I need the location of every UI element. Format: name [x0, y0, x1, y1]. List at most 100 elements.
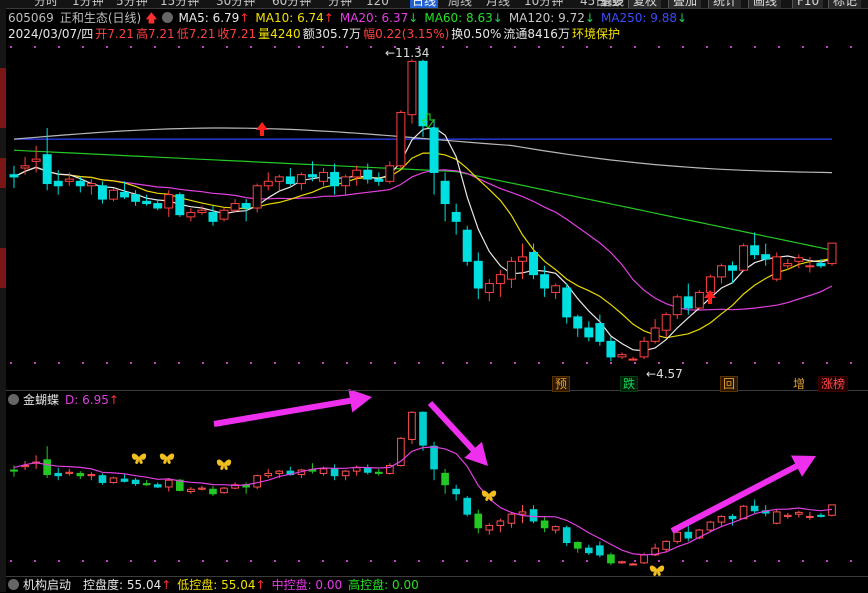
ind-candle: [573, 541, 582, 549]
ind-candle: [584, 547, 593, 554]
dotted-guide: [754, 362, 756, 364]
candle-down: [307, 174, 317, 178]
candle-up: [672, 296, 682, 316]
event-tag-hui[interactable]: 回: [720, 376, 739, 392]
indicator1-value: D: 6.95: [65, 393, 109, 407]
ind-candle: [750, 505, 759, 512]
ind-candle: [806, 515, 814, 518]
candle-up: [385, 165, 395, 182]
ind-candle: [596, 545, 604, 556]
candle-up: [219, 209, 229, 220]
candle-up: [495, 274, 505, 285]
dotted-guide: [298, 560, 300, 562]
candle-down: [529, 251, 539, 276]
candle-up: [805, 265, 815, 268]
ind-candle: [540, 520, 549, 529]
candle-down: [97, 185, 107, 200]
dotted-guide: [802, 560, 804, 562]
candle-down: [683, 296, 693, 309]
dotted-guide: [34, 362, 36, 364]
dotted-guide: [178, 362, 180, 364]
indicator-menu-icon[interactable]: [8, 394, 19, 405]
ind-candle: [65, 471, 74, 474]
candle-up: [739, 245, 749, 271]
ind-candle: [131, 479, 140, 485]
dotted-guide: [586, 560, 588, 562]
ind-candle: [419, 411, 427, 446]
indicator-menu-icon[interactable]: [8, 579, 19, 590]
dotted-guide: [34, 560, 36, 562]
dotted-guide: [730, 362, 732, 364]
dotted-guide: [346, 560, 348, 562]
ind-candle: [507, 513, 516, 524]
dotted-guide: [826, 560, 828, 562]
dotted-guide: [850, 362, 852, 364]
candle-down: [750, 245, 760, 256]
candle-up: [639, 340, 649, 358]
high-price-label: ←11.34: [385, 46, 430, 60]
dotted-guide: [562, 560, 564, 562]
dotted-guide: [778, 362, 780, 364]
dotted-guide: [490, 560, 492, 562]
candle-down: [241, 203, 251, 209]
candle-down: [606, 340, 616, 358]
dotted-guide: [178, 560, 180, 562]
candle-up: [772, 256, 782, 280]
ind-candle: [87, 474, 96, 477]
event-tag-zeng[interactable]: 增: [790, 376, 808, 392]
candle-down: [142, 200, 152, 205]
dotted-guide: [82, 46, 84, 48]
dotted-guide: [706, 46, 708, 48]
candle-up: [319, 171, 328, 182]
candle-down: [473, 260, 483, 289]
ind-candle: [363, 467, 372, 473]
ind-candle: [485, 524, 494, 531]
dotted-guide: [826, 362, 828, 364]
ind-candle: [607, 554, 615, 564]
ind-candle: [10, 469, 18, 472]
ind-candle: [640, 554, 648, 564]
dotted-guide: [706, 362, 708, 364]
dotted-guide: [418, 362, 420, 364]
event-tag-die[interactable]: 跌: [620, 376, 639, 392]
candle-down: [573, 316, 583, 329]
event-tag-zhangbang[interactable]: 涨榜: [818, 376, 849, 392]
dotted-guide: [274, 560, 276, 562]
dotted-guide: [658, 46, 660, 48]
indicator1-name[interactable]: 金蝴蝶: [23, 393, 59, 407]
dotted-guide: [370, 560, 372, 562]
dotted-guide: [322, 362, 324, 364]
event-tag-yu[interactable]: 预: [552, 376, 571, 392]
dotted-guide: [682, 46, 684, 48]
candle-down: [9, 174, 19, 178]
dotted-guide: [442, 560, 444, 562]
kline-chart[interactable]: [0, 0, 868, 592]
buy-arrow-icon: [256, 122, 268, 136]
dotted-guide: [130, 560, 132, 562]
candle-up: [650, 327, 660, 342]
dotted-guide: [754, 560, 756, 562]
candle-down: [285, 176, 295, 185]
dotted-guide: [226, 560, 228, 562]
ind-candle: [518, 511, 527, 515]
dotted-guide: [58, 560, 60, 562]
dotted-guide: [682, 560, 684, 562]
candle-down: [562, 287, 572, 318]
ind-candle: [618, 561, 626, 564]
candle-down: [53, 180, 63, 187]
dotted-guide: [130, 46, 132, 48]
indicator2-name[interactable]: 机构启动: [23, 578, 71, 592]
annotation-arrow-icon: [213, 388, 372, 427]
candle-up: [263, 180, 273, 187]
dotted-guide: [538, 362, 540, 364]
candle-up: [252, 185, 262, 209]
indicator1-header: 金蝴蝶 D: 6.95↑: [8, 392, 125, 408]
dotted-guide: [490, 362, 492, 364]
dotted-guide: [202, 46, 204, 48]
dotted-guide: [658, 362, 660, 364]
candle-down: [42, 154, 52, 185]
candle-up: [617, 354, 627, 358]
ind-candle: [673, 531, 682, 542]
dotted-guide: [490, 46, 492, 48]
candle-up: [794, 257, 804, 262]
